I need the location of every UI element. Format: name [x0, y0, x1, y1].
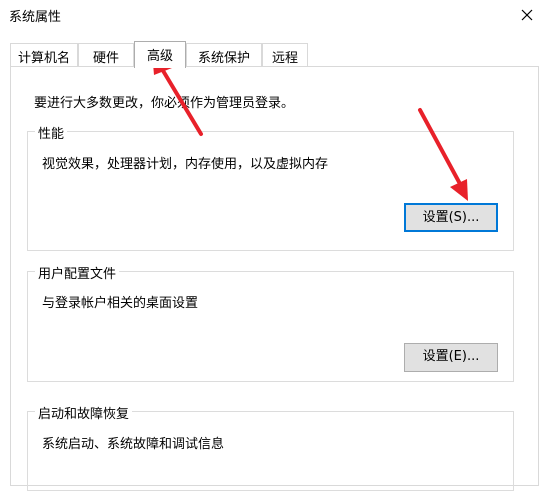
tab-hardware[interactable]: 硬件 [78, 43, 134, 66]
tab-advanced[interactable]: 高级 [134, 41, 186, 68]
tab-computer-name[interactable]: 计算机名 [10, 43, 78, 66]
window-title: 系统属性 [9, 10, 62, 25]
admin-notice: 要进行大多数更改，你必须作为管理员登录。 [34, 96, 295, 111]
tab-label: 远程 [271, 51, 298, 66]
close-icon [521, 9, 533, 21]
performance-settings-button[interactable]: 设置(S)... [404, 203, 498, 232]
tab-label: 硬件 [92, 51, 119, 66]
user-profiles-group-title: 用户配置文件 [35, 263, 120, 282]
tab-label: 高级 [146, 49, 173, 64]
performance-description: 视觉效果，处理器计划，内存使用，以及虚拟内存 [42, 157, 329, 172]
tab-label: 计算机名 [17, 51, 70, 66]
tab-remote[interactable]: 远程 [262, 43, 308, 66]
close-button[interactable] [505, 0, 549, 30]
tab-label: 系统保护 [197, 51, 250, 66]
performance-group [27, 131, 514, 251]
user-profiles-description: 与登录帐户相关的桌面设置 [42, 296, 199, 311]
performance-group-title: 性能 [35, 123, 68, 142]
startup-recovery-group-title: 启动和故障恢复 [35, 403, 133, 422]
startup-recovery-description: 系统启动、系统故障和调试信息 [42, 437, 225, 452]
tab-system-protection[interactable]: 系统保护 [186, 43, 262, 66]
user-profiles-settings-button[interactable]: 设置(E)... [404, 343, 498, 372]
title-bar: 系统属性 [0, 0, 549, 30]
